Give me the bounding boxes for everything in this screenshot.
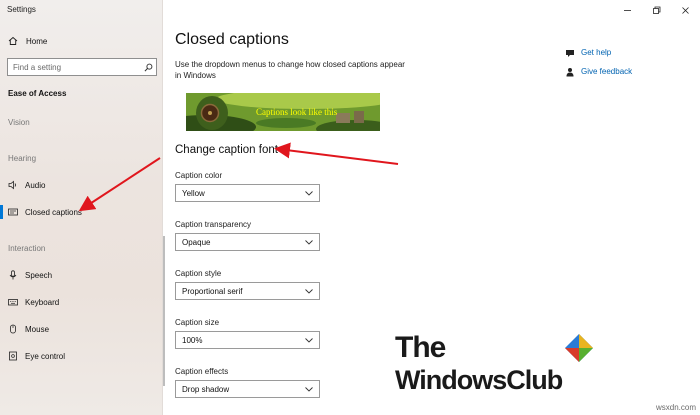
caption-transparency-dropdown[interactable]: Opaque xyxy=(175,233,320,251)
sidebar-item-label: Speech xyxy=(25,270,53,280)
sidebar: Settings Home Ease of Access Vision Hear… xyxy=(0,0,163,415)
preview-caption-text: Captions look like this xyxy=(256,107,338,117)
give-feedback-link[interactable]: Give feedback xyxy=(564,66,632,77)
caption-effects-dropdown[interactable]: Drop shadow xyxy=(175,380,320,398)
sidebar-item-label: Mouse xyxy=(25,324,50,334)
help-icon xyxy=(564,47,575,58)
eye-control-icon xyxy=(8,351,18,361)
caption-preview: Captions look like this xyxy=(186,93,380,131)
home-icon xyxy=(8,36,18,45)
windows-logo-icon xyxy=(565,334,593,362)
watermark-line2: WindowsClub xyxy=(395,365,563,395)
page-description: Use the dropdown menus to change how clo… xyxy=(175,60,405,80)
sidebar-item-label: Audio xyxy=(25,180,46,190)
closed-captions-icon xyxy=(8,207,18,217)
page-title: Closed captions xyxy=(175,31,289,48)
restore-icon[interactable] xyxy=(642,3,671,17)
search-input[interactable] xyxy=(8,59,140,75)
watermark-line1: The xyxy=(395,331,446,364)
chevron-down-icon xyxy=(305,336,313,345)
group-label-hearing: Hearing xyxy=(8,154,37,163)
dropdown-value: Drop shadow xyxy=(182,384,230,394)
dropdown-value: 100% xyxy=(182,335,203,345)
group-label-vision: Vision xyxy=(8,118,30,127)
sidebar-item-speech[interactable]: Speech xyxy=(8,270,52,280)
caption-size-dropdown[interactable]: 100% xyxy=(175,331,320,349)
feedback-icon xyxy=(564,66,575,77)
sidebar-item-label: Keyboard xyxy=(25,297,60,307)
sidebar-item-eye-control[interactable]: Eye control xyxy=(8,351,65,361)
close-icon[interactable] xyxy=(671,3,700,17)
caption-style-label: Caption style xyxy=(175,269,222,278)
group-label-interaction: Interaction xyxy=(8,244,46,253)
caption-style-dropdown[interactable]: Proportional serif xyxy=(175,282,320,300)
window-controls xyxy=(613,3,700,17)
microphone-icon xyxy=(8,270,18,280)
dropdown-value: Opaque xyxy=(182,237,211,247)
sidebar-item-closed-captions[interactable]: Closed captions xyxy=(0,205,82,219)
give-feedback-label: Give feedback xyxy=(581,67,633,76)
caption-color-label: Caption color xyxy=(175,171,223,180)
search-icon[interactable] xyxy=(140,59,156,75)
chevron-down-icon xyxy=(305,238,313,247)
home-label: Home xyxy=(26,36,48,46)
speaker-icon xyxy=(8,180,18,190)
sidebar-item-label: Eye control xyxy=(25,351,66,361)
sidebar-item-keyboard[interactable]: Keyboard xyxy=(8,297,59,307)
caption-transparency-label: Caption transparency xyxy=(175,220,252,229)
dropdown-value: Yellow xyxy=(182,188,205,198)
chevron-down-icon xyxy=(305,287,313,296)
search-box[interactable] xyxy=(7,58,157,76)
minimize-icon[interactable] xyxy=(613,3,642,17)
get-help-label: Get help xyxy=(581,48,612,57)
sidebar-item-audio[interactable]: Audio xyxy=(8,180,45,190)
watermark-logo: The WindowsClub xyxy=(395,331,600,397)
chevron-down-icon xyxy=(305,385,313,394)
mouse-icon xyxy=(8,324,18,334)
window-title: Settings xyxy=(7,5,36,14)
sidebar-item-mouse[interactable]: Mouse xyxy=(8,324,49,334)
keyboard-icon xyxy=(8,297,18,307)
dropdown-value: Proportional serif xyxy=(182,286,243,296)
caption-size-label: Caption size xyxy=(175,318,220,327)
sidebar-item-label: Closed captions xyxy=(25,207,82,217)
home-nav-item[interactable]: Home xyxy=(8,36,47,46)
get-help-link[interactable]: Get help xyxy=(564,47,611,58)
section-heading: Change caption font xyxy=(175,144,278,156)
scrollbar[interactable] xyxy=(163,236,165,386)
site-watermark: wsxdn.com xyxy=(655,403,696,412)
chevron-down-icon xyxy=(305,189,313,198)
caption-effects-label: Caption effects xyxy=(175,367,229,376)
caption-color-dropdown[interactable]: Yellow xyxy=(175,184,320,202)
section-title: Ease of Access xyxy=(8,89,67,98)
